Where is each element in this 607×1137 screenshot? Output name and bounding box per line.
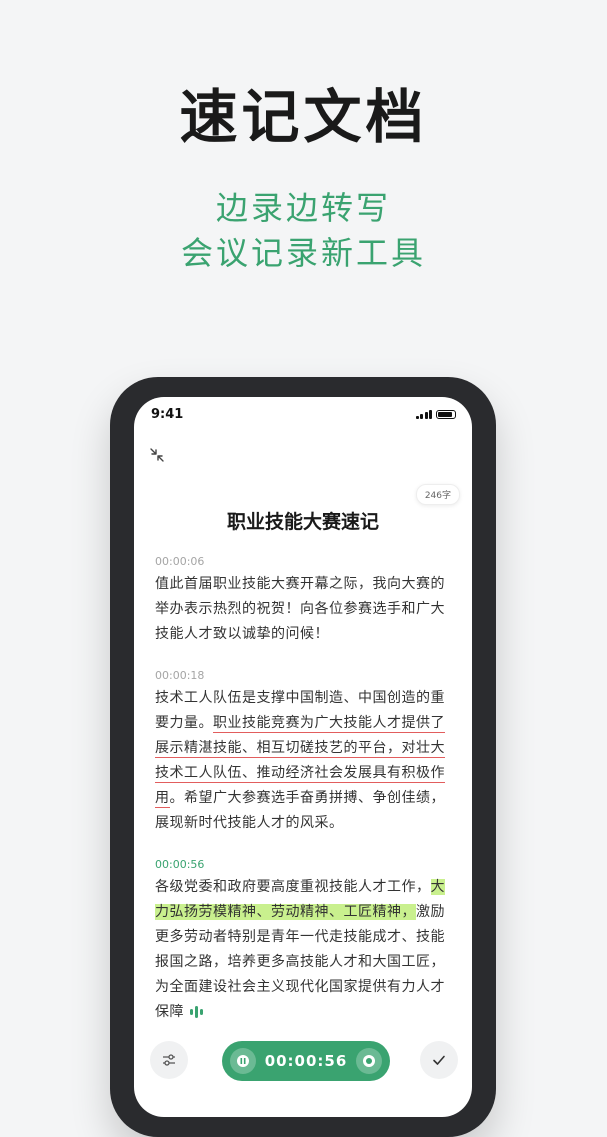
battery-icon [436,409,456,419]
checkmark-icon [433,1055,445,1065]
word-count-badge: 246字 [415,484,460,505]
confirm-button[interactable] [420,1041,458,1079]
transcript-segment: 00:00:06 值此首届职业技能大赛开幕之际，我向大赛的举办表示热烈的祝贺！向… [155,555,458,647]
collapse-icon[interactable] [149,447,165,463]
record-control[interactable]: 00:00:56 [222,1041,390,1081]
transcript-segment: 00:00:56 各级党委和政府要高度重视技能人才工作，大力弘扬劳模精神、劳动精… [155,858,458,1025]
segment-text[interactable]: 技术工人队伍是支撑中国制造、中国创造的重要力量。职业技能竞赛为广大技能人才提供了… [155,686,458,836]
segment-timestamp[interactable]: 00:00:56 [155,858,458,871]
pause-button[interactable] [230,1048,256,1074]
segment-text[interactable]: 各级党委和政府要高度重视技能人才工作，大力弘扬劳模精神、劳动精神、工匠精神，激励… [155,875,458,1025]
document-title[interactable]: 职业技能大赛速记 [134,507,472,534]
transcript: 00:00:06 值此首届职业技能大赛开幕之际，我向大赛的举办表示热烈的祝贺！向… [155,555,458,1047]
hero-title: 速记文档 [179,83,428,151]
stop-button[interactable] [356,1048,382,1074]
segment-text-plain: 。希望广大参赛选手奋勇拼搏、争创佳绩，展现新时代技能人才的风采。 [155,790,445,831]
status-icons [415,409,456,419]
status-time: 9:41 [151,407,184,422]
settings-sliders-icon [163,1054,175,1066]
recording-time: 00:00:56 [264,1052,348,1070]
segment-text-plain: 各级党委和政府要高度重视技能人才工作， [155,879,431,895]
hero-subtitle-1: 边录边转写 [215,189,391,227]
segment-text-plain: 激励更多劳动者特别是青年一代走技能成才、技能报国之路，培养更多高技能人才和大国工… [155,904,445,1020]
signal-icon [415,409,432,419]
audio-wave-icon [190,1006,203,1018]
transcript-segment: 00:00:18 技术工人队伍是支撑中国制造、中国创造的重要力量。职业技能竞赛为… [155,669,458,836]
segment-timestamp[interactable]: 00:00:06 [155,555,458,568]
recorder-icon [363,1055,375,1067]
segment-text[interactable]: 值此首届职业技能大赛开幕之际，我向大赛的举办表示热烈的祝贺！向各位参赛选手和广大… [155,572,458,647]
settings-button[interactable] [150,1041,188,1079]
segment-timestamp[interactable]: 00:00:18 [155,669,458,682]
phone-screen: 9:41 246字 职业技能大赛速记 00:00:06 值此首届职业技能大赛开幕… [134,397,472,1117]
bottom-toolbar: 00:00:56 [134,1041,472,1091]
hero-subtitle-2: 会议记录新工具 [180,234,426,272]
recorder-icon [237,1055,249,1067]
